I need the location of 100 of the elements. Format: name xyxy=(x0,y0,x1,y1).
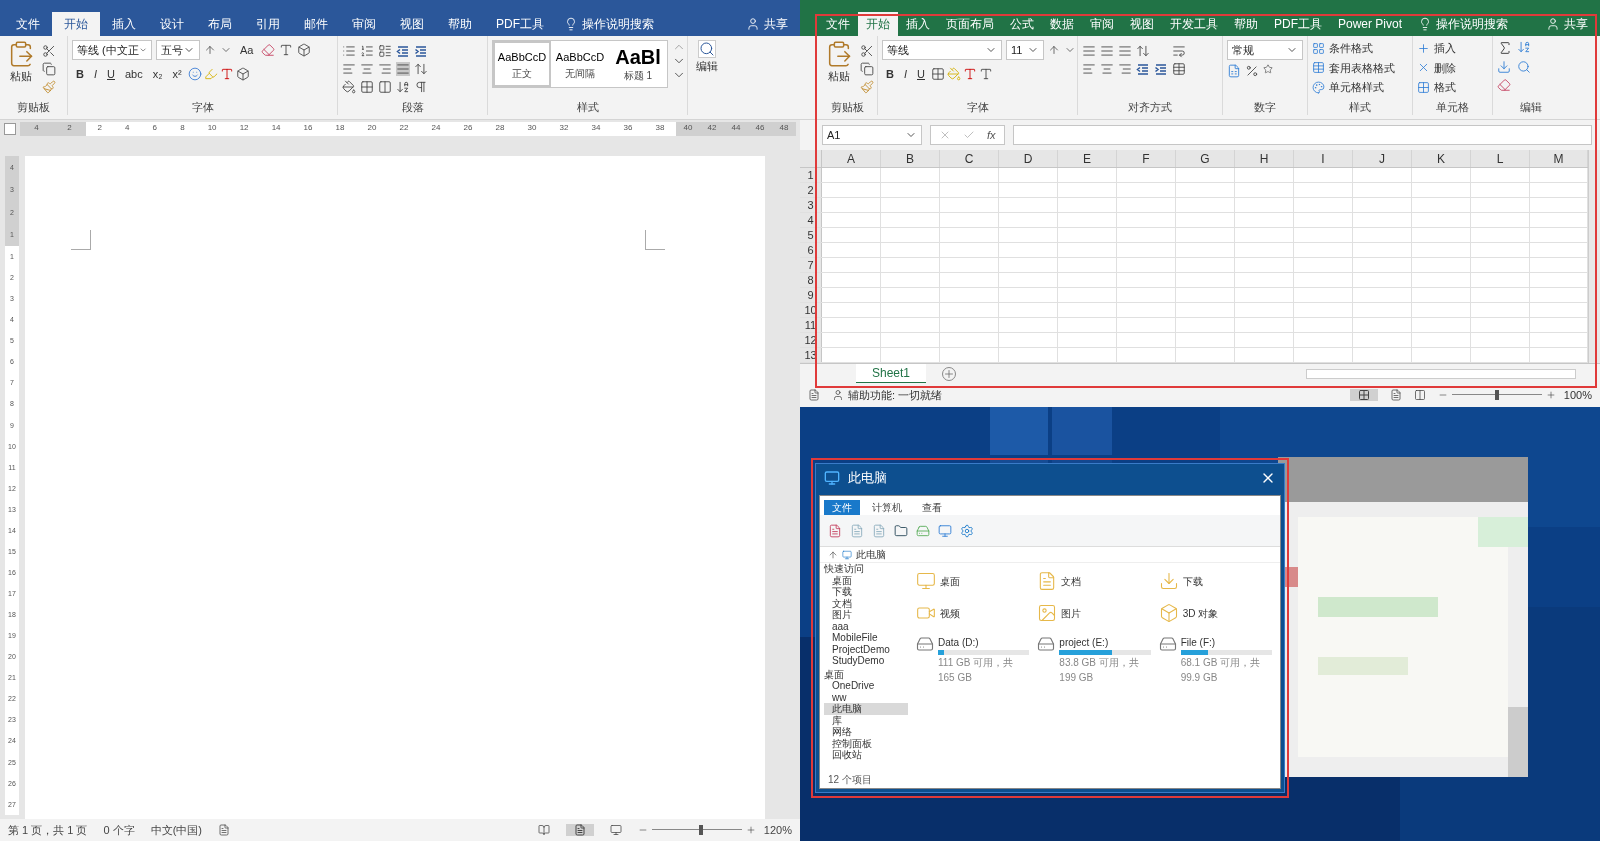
editing-button[interactable]: 编辑 xyxy=(692,40,722,115)
cells-menu-button[interactable]: 删除 xyxy=(1417,59,1456,76)
ribbon-tab[interactable]: 插入 xyxy=(898,12,938,36)
language-status[interactable]: 中文(中国) xyxy=(150,821,202,839)
normal-view-icon[interactable] xyxy=(1349,389,1378,401)
phonetic-icon[interactable] xyxy=(978,67,993,81)
print-layout-icon[interactable] xyxy=(565,824,594,836)
ribbon-tab[interactable]: 邮件 xyxy=(292,12,340,36)
style-menu-button[interactable]: 套用表格格式 xyxy=(1312,59,1395,76)
read-mode-icon[interactable] xyxy=(537,824,550,836)
borders-icon[interactable] xyxy=(930,67,945,81)
ribbon-tab[interactable]: 开始 xyxy=(858,12,898,36)
ribbon-tab[interactable]: 文件 xyxy=(4,12,52,36)
ribbon-tab[interactable]: 文件 xyxy=(818,12,858,36)
fill-icon[interactable] xyxy=(1497,60,1511,74)
ribbon-tab[interactable]: 帮助 xyxy=(436,12,484,36)
name-box[interactable]: A1 xyxy=(822,125,922,145)
accessibility-icon[interactable] xyxy=(832,389,844,401)
row-header[interactable]: 2 xyxy=(800,183,822,197)
align-right-icon[interactable] xyxy=(1118,62,1132,76)
zoom-in-icon[interactable] xyxy=(745,825,756,835)
style-menu-button[interactable]: 条件格式 xyxy=(1312,40,1395,57)
font-color-icon[interactable] xyxy=(962,67,977,81)
font-size-field[interactable]: 五号 xyxy=(156,40,200,60)
copy-icon[interactable] xyxy=(860,62,874,76)
page-break-icon[interactable] xyxy=(1413,389,1426,401)
cancel-icon[interactable] xyxy=(939,129,951,141)
font-name-field[interactable]: 等线 xyxy=(882,40,1002,60)
wrap-text-icon[interactable] xyxy=(1172,44,1186,58)
tell-me-search[interactable]: 操作说明搜索 xyxy=(1436,15,1509,33)
ribbon-tab[interactable]: 设计 xyxy=(148,12,196,36)
zoom-level[interactable]: 100% xyxy=(1563,386,1592,404)
ribbon-tab[interactable]: PDF工具 xyxy=(484,12,556,36)
brush-icon[interactable] xyxy=(42,80,56,94)
sort-icon[interactable] xyxy=(396,80,410,94)
column-header[interactable]: F xyxy=(1117,150,1176,167)
row-header[interactable]: 9 xyxy=(800,288,822,302)
borders-icon[interactable] xyxy=(360,80,374,94)
numbering-icon[interactable] xyxy=(360,44,374,58)
ribbon-tab[interactable]: 审阅 xyxy=(1082,12,1122,36)
ribbon-tab[interactable]: 视图 xyxy=(388,12,436,36)
fill-color-icon[interactable] xyxy=(946,67,961,81)
format-button[interactable]: abc xyxy=(120,64,147,84)
row-header[interactable]: 3 xyxy=(800,198,822,212)
share-link[interactable]: 共享 xyxy=(1564,15,1588,33)
sort-icon[interactable] xyxy=(1517,40,1531,54)
align-left-icon[interactable] xyxy=(1082,62,1096,76)
align-right-icon[interactable] xyxy=(378,62,392,76)
style-menu-button[interactable]: 单元格样式 xyxy=(1312,79,1395,96)
column-header[interactable]: J xyxy=(1353,150,1412,167)
ribbon-tab[interactable]: 插入 xyxy=(100,12,148,36)
word-count[interactable]: 0 个字 xyxy=(103,821,135,839)
page-count[interactable]: 第 1 页，共 1 页 xyxy=(8,821,88,839)
insert-function-button[interactable]: fx xyxy=(987,126,996,144)
horizontal-scrollbar[interactable] xyxy=(1306,368,1576,379)
grow-font-icon[interactable] xyxy=(204,44,216,56)
grow-font-icon[interactable] xyxy=(1048,44,1060,56)
ribbon-tab[interactable]: 页面布局 xyxy=(938,12,1002,36)
proofing-icon[interactable] xyxy=(218,824,230,836)
justify-icon[interactable] xyxy=(396,62,410,76)
format-button[interactable]: I xyxy=(89,64,101,84)
row-header[interactable]: 4 xyxy=(800,213,822,227)
font-color-icon[interactable] xyxy=(219,67,234,81)
bottom-align-icon[interactable] xyxy=(1118,44,1132,58)
column-header[interactable]: B xyxy=(881,150,940,167)
row-header[interactable]: 1 xyxy=(800,168,822,182)
decrease-indent-icon[interactable] xyxy=(396,44,410,58)
column-header[interactable]: E xyxy=(1058,150,1117,167)
column-header[interactable]: C xyxy=(940,150,999,167)
ribbon-tab[interactable]: 开始 xyxy=(52,12,100,36)
row-header[interactable]: 5 xyxy=(800,228,822,242)
paste-button[interactable]: 粘贴 xyxy=(822,40,856,99)
ribbon-tab[interactable]: 视图 xyxy=(1122,12,1162,36)
increase-indent-icon[interactable] xyxy=(1154,62,1168,76)
row-header[interactable]: 6 xyxy=(800,243,822,257)
scissors-icon[interactable] xyxy=(42,44,56,58)
cells-menu-button[interactable]: 插入 xyxy=(1417,40,1456,57)
multilevel-list-icon[interactable] xyxy=(378,44,392,58)
column-header[interactable]: L xyxy=(1471,150,1530,167)
column-header[interactable]: D xyxy=(999,150,1058,167)
autosum-icon[interactable] xyxy=(1497,40,1513,56)
format-button[interactable]: x₂ xyxy=(148,64,167,84)
zoom-in-icon[interactable] xyxy=(1545,390,1556,400)
zoom-slider[interactable] xyxy=(651,825,742,835)
web-layout-icon[interactable] xyxy=(609,824,622,836)
number-format-field[interactable]: 常规 xyxy=(1227,40,1303,60)
ribbon-tab[interactable]: 公式 xyxy=(1002,12,1042,36)
cells-menu-button[interactable]: 格式 xyxy=(1417,79,1456,96)
font-name-field[interactable]: 等线 (中文正 xyxy=(72,40,152,60)
middle-align-icon[interactable] xyxy=(1100,44,1114,58)
ribbon-tab[interactable]: 帮助 xyxy=(1226,12,1266,36)
bullets-icon[interactable] xyxy=(342,44,356,58)
phonetic-icon[interactable] xyxy=(279,43,294,57)
column-header[interactable]: K xyxy=(1412,150,1471,167)
zoom-level[interactable]: 120% xyxy=(763,821,792,839)
style-card[interactable]: AaBl 标题 1 xyxy=(609,41,667,87)
column-header[interactable]: H xyxy=(1235,150,1294,167)
formula-bar[interactable] xyxy=(1012,125,1592,145)
font-size-field[interactable]: 11 xyxy=(1006,40,1044,60)
macro-icon[interactable] xyxy=(808,389,820,401)
